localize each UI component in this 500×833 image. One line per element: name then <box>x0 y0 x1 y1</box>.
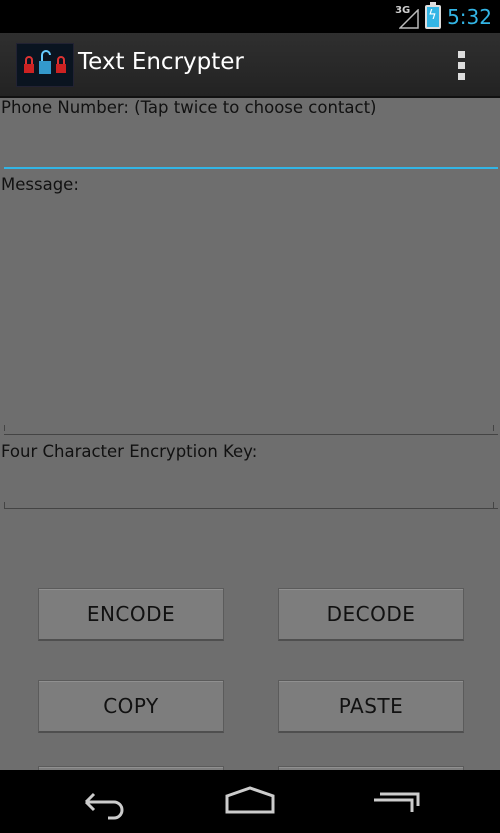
message-input[interactable] <box>4 195 498 435</box>
encode-button[interactable]: ENCODE <box>38 588 224 641</box>
status-icons: 3G ϟ 5:32 <box>395 0 492 33</box>
phone-number-label: Phone Number: (Tap twice to choose conta… <box>1 98 377 117</box>
recents-icon[interactable] <box>372 784 422 824</box>
key-field-right-edge <box>493 502 494 508</box>
decode-button[interactable]: DECODE <box>278 588 464 641</box>
paste-button[interactable]: PASTE <box>278 680 464 733</box>
action-bar: Text Encrypter <box>0 33 500 98</box>
message-field-left-edge <box>4 425 5 431</box>
status-time: 5:32 <box>447 4 492 29</box>
copy-button[interactable]: COPY <box>38 680 224 733</box>
message-field-right-edge <box>493 425 494 431</box>
home-icon[interactable] <box>224 784 276 824</box>
battery-icon: ϟ <box>425 1 442 29</box>
mobile-signal-icon: 3G <box>395 5 419 29</box>
navigation-bar <box>0 770 500 833</box>
encryption-key-input[interactable] <box>4 470 498 509</box>
back-icon[interactable] <box>80 784 128 824</box>
overflow-menu-icon[interactable] <box>446 49 476 81</box>
padlocks-icon[interactable] <box>16 43 74 87</box>
encryption-key-label: Four Character Encryption Key: <box>1 442 258 461</box>
message-label: Message: <box>1 175 79 194</box>
phone-number-input[interactable] <box>4 155 498 169</box>
status-bar: 3G ϟ 5:32 <box>0 0 500 33</box>
key-field-left-edge <box>4 502 5 508</box>
app-title: Text Encrypter <box>78 49 244 75</box>
